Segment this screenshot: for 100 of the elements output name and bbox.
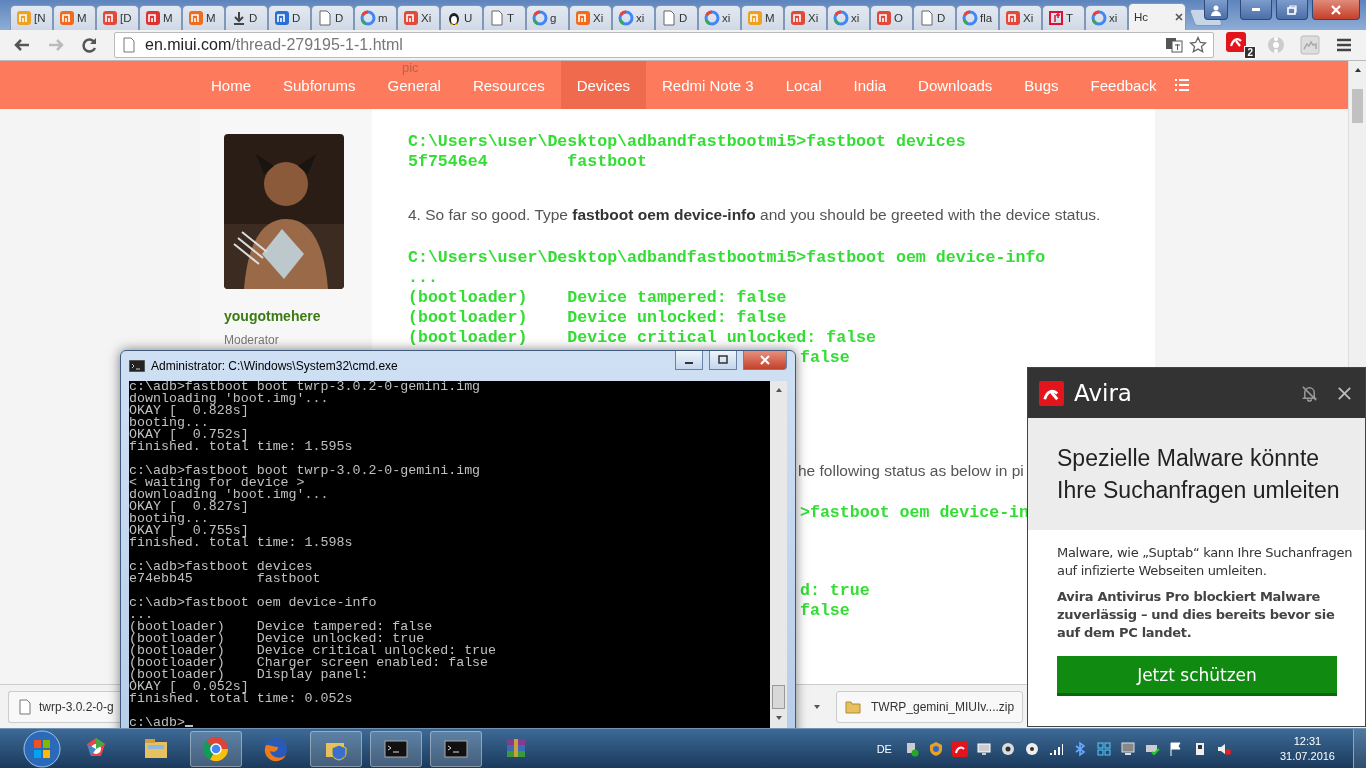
browser-tab[interactable]: M	[139, 5, 182, 30]
popup-message: Avira Antivirus Pro blockiert Malware zuverlässig – und dies bereits bevor sie auf dem PC landet.	[1057, 588, 1336, 642]
clock-date: 31.07.2016	[1279, 748, 1335, 764]
site-logo-icon	[1005, 10, 1021, 26]
browser-tab[interactable]: T	[1042, 5, 1085, 30]
ball-icon[interactable]	[1023, 740, 1040, 757]
browser-tab[interactable]: D	[311, 5, 354, 30]
browser-tab[interactable]: O	[870, 5, 913, 30]
browser-tab[interactable]: M	[53, 5, 96, 30]
minimize-button[interactable]	[675, 350, 703, 370]
browser-tab[interactable]: g	[526, 5, 569, 30]
antivirus-extension-button[interactable]: 2	[1226, 31, 1256, 59]
profile-button[interactable]	[1204, 0, 1228, 20]
maximize-button[interactable]	[709, 350, 737, 370]
taskbar-app[interactable]	[430, 730, 482, 767]
taskbar-app[interactable]	[370, 730, 422, 767]
translate-icon[interactable]	[1165, 36, 1183, 54]
close-icon[interactable]	[1174, 12, 1184, 22]
address-bar[interactable]: en.miui.com/thread-279195-1-1.html	[114, 32, 1214, 58]
user-role: Moderator	[224, 333, 279, 347]
taskbar-app[interactable]	[190, 730, 242, 767]
close-icon	[759, 354, 771, 365]
code-line: C:\Users\user\Desktop\adbandfastbootmi5>fastboot oem device-info	[408, 249, 1046, 267]
console-line: finished. total time: 1.598s	[129, 537, 354, 549]
restore-button[interactable]	[1276, 0, 1308, 20]
browser-tab[interactable]: Xi	[784, 5, 827, 30]
code-line: C:\Users\user\Desktop\adbandfastbootmi5>fastboot devices	[408, 133, 966, 151]
browser-tab[interactable]: [D	[96, 5, 139, 30]
google-icon	[532, 10, 548, 26]
close-button[interactable]	[743, 350, 787, 370]
umbrella-logo-icon	[1039, 380, 1064, 406]
language-indicator[interactable]: DE	[876, 742, 892, 755]
start-button[interactable]	[22, 728, 62, 768]
protect-button[interactable]: Jetzt schützen	[1057, 656, 1337, 696]
browser-tab[interactable]: xi	[827, 5, 870, 30]
console-line: booting...	[129, 513, 209, 525]
browser-tab[interactable]: Xi	[397, 5, 440, 30]
show-desktop-button[interactable]	[1353, 728, 1366, 768]
site-logo-icon	[403, 10, 419, 26]
display-icon[interactable]	[1119, 740, 1136, 757]
browser-tab[interactable]: T	[483, 5, 526, 30]
site-logo-icon	[59, 10, 75, 26]
browser-tab[interactable]: D	[655, 5, 698, 30]
mute-bell-icon[interactable]	[1301, 384, 1318, 402]
browser-tab[interactable]: D	[913, 5, 956, 30]
google-icon	[1091, 10, 1107, 26]
download-item[interactable]: twrp-3.0.2-0-g	[8, 690, 120, 723]
star-icon[interactable]	[1189, 36, 1207, 54]
scrollbar-thumb[interactable]	[1352, 89, 1363, 123]
scrollbar-thumb[interactable]	[772, 685, 785, 709]
person-icon	[1210, 3, 1222, 16]
console-line: booting...	[129, 417, 209, 429]
console-line: OKAY [ 0.827s]	[129, 501, 249, 513]
flag-icon[interactable]	[1167, 740, 1184, 757]
page-icon	[919, 10, 935, 26]
browser-tab[interactable]: xi	[698, 5, 741, 30]
console-line: e74ebb45 fastboot	[129, 573, 322, 585]
browser-tab[interactable]: Hc	[1128, 3, 1186, 30]
code-line: (bootloader) Device tampered: false	[408, 289, 787, 307]
close-icon[interactable]	[1336, 384, 1353, 402]
list-icon[interactable]	[1174, 77, 1191, 93]
browser-tab[interactable]: M	[182, 5, 225, 30]
shield-icon[interactable]	[927, 740, 944, 757]
browser-tab[interactable]: Xi	[999, 5, 1042, 30]
browser-tab[interactable]: [N	[10, 5, 53, 30]
download-item[interactable]: TWRP_gemini_MIUIv....zip	[836, 690, 1024, 723]
square-logo-icon	[1048, 10, 1064, 26]
download-icon	[231, 10, 247, 26]
grid-icon[interactable]	[1095, 740, 1112, 757]
taskbar-app[interactable]	[310, 730, 362, 767]
webcam-icon[interactable]	[999, 740, 1016, 757]
site-logo-icon	[102, 10, 118, 26]
browser-logo-icon	[202, 734, 230, 763]
close-icon	[1330, 3, 1342, 16]
browser-tab[interactable]: D	[268, 5, 311, 30]
google-icon	[962, 10, 978, 26]
browser-tab[interactable]: xi	[612, 5, 655, 30]
browser-tab[interactable]: M	[741, 5, 784, 30]
google-icon	[833, 10, 849, 26]
close-button[interactable]	[1312, 0, 1360, 20]
console-line: downloading 'boot.img'...	[129, 393, 329, 405]
console-line: (bootloader) Device critical unlocked: true	[129, 645, 498, 657]
code-line: false	[800, 349, 850, 367]
browser-tab[interactable]: U	[440, 5, 483, 30]
browser-tab[interactable]: m	[354, 5, 397, 30]
browser-tab[interactable]: fla	[956, 5, 999, 30]
google-icon	[618, 10, 634, 26]
umbrella-logo-icon[interactable]	[951, 740, 968, 757]
monitor-icon[interactable]	[975, 740, 992, 757]
browser-tab[interactable]: D	[225, 5, 268, 30]
console-line: OKAY [ 0.828s]	[129, 405, 249, 417]
browser-tab[interactable]: Xi	[569, 5, 612, 30]
console-icon	[129, 360, 145, 372]
minimize-button[interactable]	[1240, 0, 1272, 20]
google-icon	[704, 10, 720, 26]
browser-tab[interactable]: xi	[1085, 5, 1128, 30]
brand-name: Avira	[1074, 380, 1132, 406]
clock[interactable]: 12:31 31.07.2016	[1279, 733, 1335, 764]
username[interactable]: yougotmehere	[224, 308, 321, 324]
popup-message: Malware, wie „Suptab“ kann Ihre Suchanfragen auf infizierte Webseiten umleiten.	[1057, 544, 1353, 580]
